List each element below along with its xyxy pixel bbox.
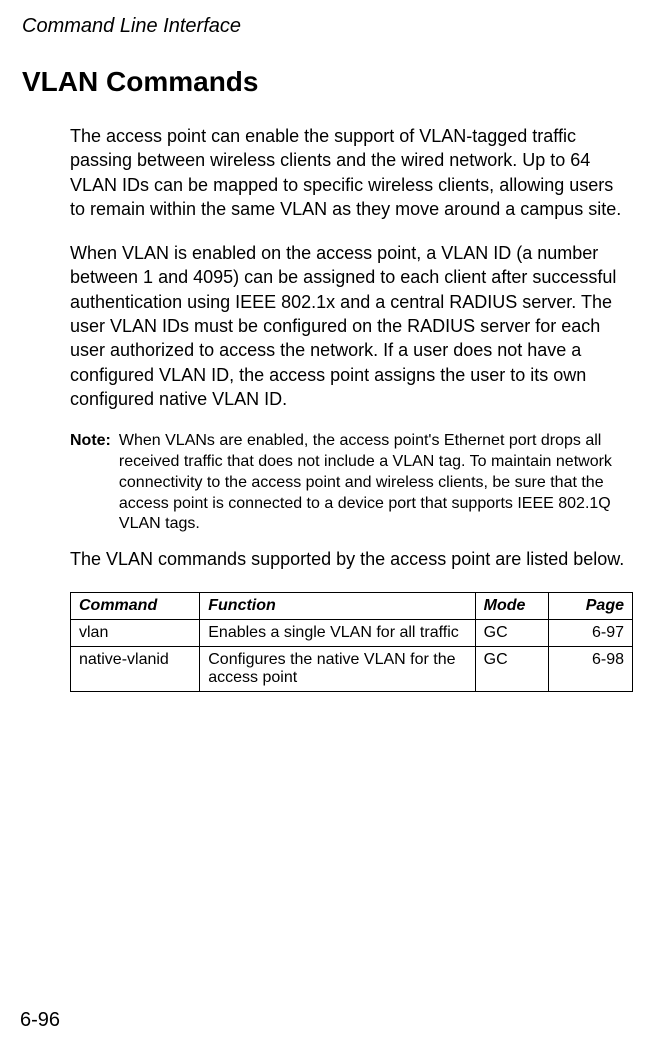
intro-paragraph-3: The VLAN commands supported by the acces… [70, 547, 633, 571]
cell-function: Enables a single VLAN for all traffic [200, 619, 475, 646]
cell-command: native-vlanid [71, 646, 200, 691]
content-area: The access point can enable the support … [70, 124, 633, 692]
commands-table: Command Function Mode Page vlan Enables … [70, 592, 633, 692]
table-header-row: Command Function Mode Page [71, 592, 633, 619]
cell-function: Configures the native VLAN for the acces… [200, 646, 475, 691]
table-row: native-vlanid Configures the native VLAN… [71, 646, 633, 691]
note-text: When VLANs are enabled, the access point… [119, 431, 633, 535]
intro-paragraph-1: The access point can enable the support … [70, 124, 633, 221]
commands-table-wrap: Command Function Mode Page vlan Enables … [70, 592, 633, 692]
section-header: Command Line Interface [22, 15, 641, 38]
header-page: Page [548, 592, 632, 619]
cell-command: vlan [71, 619, 200, 646]
header-command: Command [71, 592, 200, 619]
cell-page: 6-98 [548, 646, 632, 691]
header-function: Function [200, 592, 475, 619]
header-mode: Mode [475, 592, 548, 619]
note-block: Note: When VLANs are enabled, the access… [70, 431, 633, 535]
page-title: VLAN Commands [22, 66, 641, 98]
page-number: 6-96 [20, 1009, 60, 1032]
note-label: Note: [70, 431, 119, 535]
cell-mode: GC [475, 619, 548, 646]
cell-mode: GC [475, 646, 548, 691]
cell-page: 6-97 [548, 619, 632, 646]
table-row: vlan Enables a single VLAN for all traff… [71, 619, 633, 646]
intro-paragraph-2: When VLAN is enabled on the access point… [70, 241, 633, 411]
